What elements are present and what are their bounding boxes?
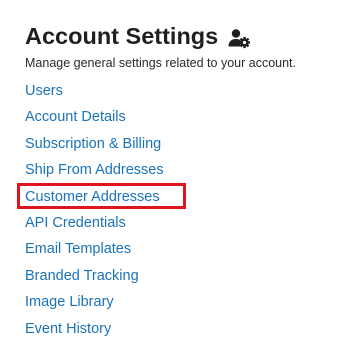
page-title: Account Settings xyxy=(25,23,219,49)
highlight-box xyxy=(17,183,186,209)
menu-item-users[interactable]: Users xyxy=(25,81,164,107)
settings-menu: Users Account Details Subscription & Bil… xyxy=(25,81,164,345)
menu-item-event-history[interactable]: Event History xyxy=(25,319,164,345)
page-header: Account Settings xyxy=(25,22,251,50)
menu-item-api-credentials[interactable]: API Credentials xyxy=(25,213,164,239)
menu-item-subscription-billing[interactable]: Subscription & Billing xyxy=(25,134,164,160)
user-gear-icon xyxy=(228,27,251,49)
menu-item-branded-tracking[interactable]: Branded Tracking xyxy=(25,266,164,292)
account-settings-panel: Account Settings Manage general settings… xyxy=(0,0,355,352)
menu-item-account-details[interactable]: Account Details xyxy=(25,107,164,133)
menu-item-image-library[interactable]: Image Library xyxy=(25,292,164,318)
menu-item-email-templates[interactable]: Email Templates xyxy=(25,239,164,265)
page-description: Manage general settings related to your … xyxy=(25,56,297,70)
